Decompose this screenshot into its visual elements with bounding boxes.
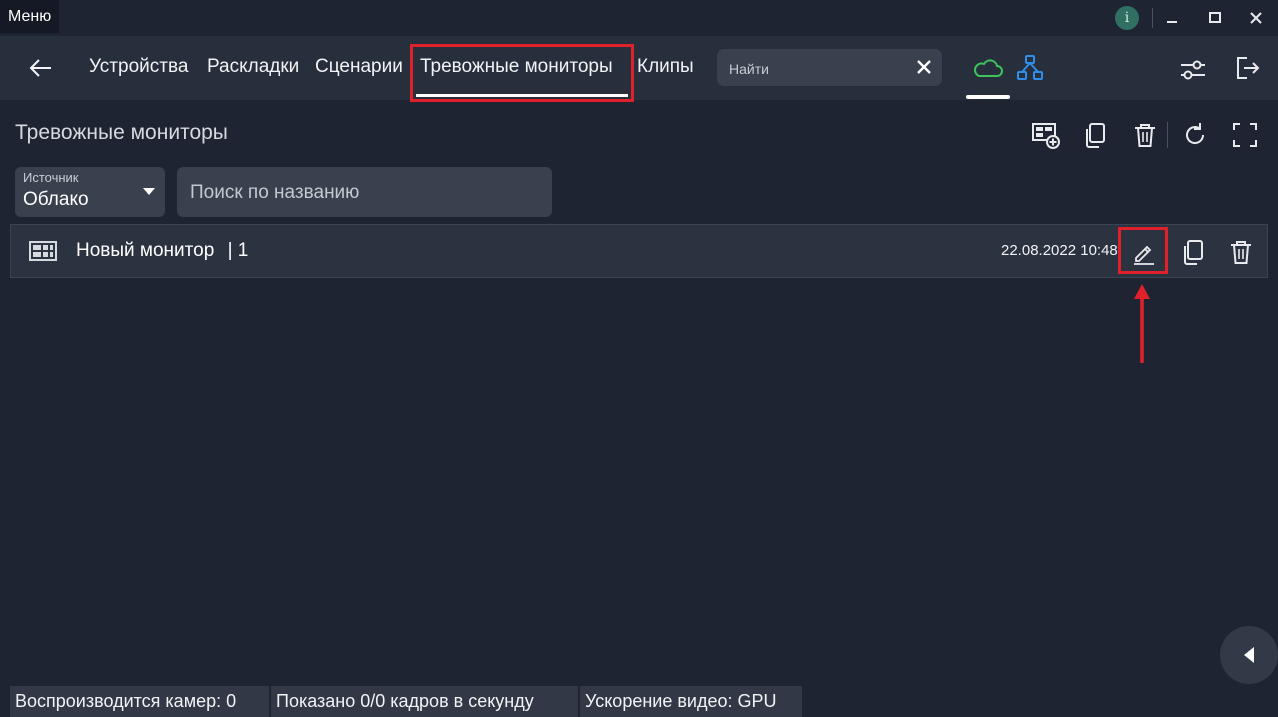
source-value: Облако — [23, 189, 89, 210]
status-playing: Воспроизводится камер: 0 — [10, 686, 269, 717]
name-search — [177, 167, 552, 219]
highlight-box-edit — [1118, 227, 1168, 274]
page-title: Тревожные мониторы — [15, 121, 228, 144]
tab-scenarios[interactable]: Сценарии — [315, 56, 403, 78]
monitor-layout-icon — [29, 241, 57, 261]
toolbar-divider — [1167, 122, 1168, 148]
minimize-icon[interactable] — [1159, 6, 1185, 30]
titlebar-divider — [1152, 8, 1153, 28]
highlight-box-tab — [410, 44, 634, 102]
tab-devices[interactable]: Устройства — [89, 56, 188, 78]
info-icon[interactable]: i — [1115, 6, 1139, 30]
monitor-count: | 1 — [227, 240, 249, 261]
tab-layouts[interactable]: Раскладки — [207, 56, 299, 78]
nav-search-input[interactable] — [727, 49, 911, 88]
row-delete-icon[interactable] — [1226, 237, 1256, 267]
settings-sliders-icon[interactable] — [1178, 56, 1208, 84]
fullscreen-icon[interactable] — [1230, 120, 1260, 150]
network-icon[interactable] — [1015, 54, 1045, 82]
source-label: Источник — [23, 170, 79, 185]
arrow-up-icon — [1133, 283, 1151, 365]
nav-search — [717, 49, 942, 88]
status-accel: Ускорение видео: GPU — [580, 686, 802, 717]
monitor-name: Новый монитор — [76, 240, 215, 261]
cloud-tab-indicator — [966, 95, 1010, 99]
copy-icon[interactable] — [1080, 120, 1110, 150]
delete-icon[interactable] — [1130, 120, 1160, 150]
collapse-panel-button[interactable] — [1220, 626, 1278, 684]
back-arrow-icon[interactable] — [28, 56, 54, 80]
refresh-icon[interactable] — [1180, 120, 1210, 150]
chevron-left-icon — [1244, 647, 1254, 663]
clear-search-icon[interactable] — [914, 57, 934, 77]
close-icon[interactable] — [1243, 6, 1269, 30]
maximize-icon[interactable] — [1202, 6, 1228, 30]
monitor-date: 22.08.2022 10:48 — [1001, 242, 1118, 259]
source-select[interactable]: Источник Облако — [15, 167, 165, 217]
chevron-down-icon — [143, 188, 155, 195]
navbar: Устройства Раскладки Сценарии Тревожные … — [0, 36, 1278, 100]
list-item[interactable]: Новый монитор | 1 22.08.2022 10:48 — [10, 224, 1268, 278]
logout-icon[interactable] — [1234, 54, 1260, 82]
menu-button[interactable]: Меню — [0, 0, 60, 33]
cloud-icon[interactable] — [966, 54, 1010, 82]
name-search-input[interactable] — [188, 167, 542, 219]
title-bar: Меню i — [0, 0, 1278, 36]
status-fps: Показано 0/0 кадров в секунду — [271, 686, 578, 717]
tab-clips[interactable]: Клипы — [637, 56, 694, 78]
row-copy-icon[interactable] — [1178, 237, 1208, 267]
add-monitor-icon[interactable] — [1031, 120, 1061, 150]
monitor-title: Новый монитор | 1 — [76, 240, 248, 262]
